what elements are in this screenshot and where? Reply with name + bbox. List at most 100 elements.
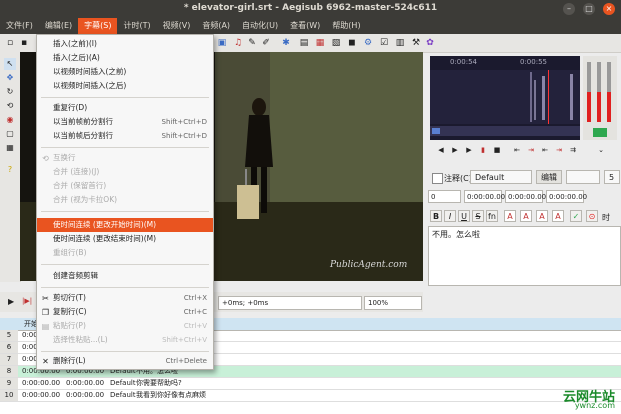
outline-color-button[interactable]: A bbox=[536, 210, 548, 222]
menu-item-join-concat[interactable]: 合并 (连接)(J) bbox=[37, 165, 213, 179]
rotate-z-icon[interactable]: ↻ bbox=[4, 86, 16, 98]
kanji-timer-icon[interactable]: ▥ bbox=[394, 37, 406, 49]
menu-item-insert-after[interactable]: 插入(之后)(A) bbox=[37, 51, 213, 65]
menu-audio[interactable]: 音频(A) bbox=[196, 18, 236, 34]
prev-line-icon[interactable]: ◀ bbox=[436, 144, 446, 156]
timing-mode-icon[interactable]: ⊙ bbox=[586, 210, 598, 222]
horizontal-zoom-slider[interactable] bbox=[587, 62, 591, 122]
menu-item-insert-before[interactable]: 插入(之前)(I) bbox=[37, 37, 213, 51]
stop-icon[interactable]: ■ bbox=[492, 144, 502, 156]
play-after-start-icon[interactable]: ⇥ bbox=[526, 144, 536, 156]
subtitle-text-editor[interactable]: 不用。怎么啦 bbox=[428, 226, 621, 286]
rotate-xy-icon[interactable]: ⟲ bbox=[4, 100, 16, 112]
vector-clip-icon[interactable]: ▦ bbox=[4, 142, 16, 154]
menu-automation[interactable]: 自动化(U) bbox=[236, 18, 284, 34]
close-icon[interactable]: × bbox=[603, 3, 615, 15]
actor-select[interactable] bbox=[566, 170, 600, 184]
audio-controls: ◀ ▶ ▶ ▮ ■ ⇤ ⇥ ⇤ ⇥ ⇉ ⌄ bbox=[430, 144, 620, 158]
menu-item-recombine[interactable]: 重组行(B) bbox=[37, 246, 213, 260]
next-line-icon[interactable]: ▶ bbox=[450, 144, 460, 156]
start-time-field[interactable]: 0:00:00.00 bbox=[464, 190, 505, 203]
menu-item-split-before[interactable]: 以当前帧前分割行 Shift+Ctrl+D bbox=[37, 115, 213, 129]
duration-field[interactable]: 0:00:00.00 bbox=[546, 190, 587, 203]
resample-icon[interactable]: ▧ bbox=[330, 37, 342, 49]
layer-field[interactable]: 5 bbox=[604, 170, 620, 184]
menu-item-paste[interactable]: ▤ 粘贴行(P) Ctrl+V bbox=[37, 319, 213, 333]
bold-button[interactable]: B bbox=[430, 210, 442, 222]
spell-check-icon[interactable]: ☑ bbox=[378, 37, 390, 49]
menu-item-continuous-end[interactable]: 使时间连续 (更改结束时间)(M) bbox=[37, 232, 213, 246]
menu-item-continuous-start[interactable]: 使时间连续 (更改开始时间)(M) bbox=[37, 218, 213, 232]
properties-icon[interactable]: ▤ bbox=[298, 37, 310, 49]
vertical-zoom-slider[interactable] bbox=[597, 62, 601, 122]
new-file-icon[interactable]: ▫ bbox=[4, 37, 16, 49]
help-icon[interactable]: ? bbox=[4, 164, 16, 176]
video-time-offset[interactable]: +0ms; +0ms bbox=[218, 296, 362, 310]
style-edit-button[interactable]: 编辑 bbox=[536, 170, 562, 184]
menu-item-duplicate[interactable]: 重复行(D) bbox=[37, 101, 213, 115]
menu-item-cut[interactable]: ✂ 剪切行(T) Ctrl+X bbox=[37, 291, 213, 305]
primary-color-button[interactable]: A bbox=[504, 210, 516, 222]
audio-scrollbar[interactable] bbox=[430, 126, 580, 136]
menu-timing[interactable]: 计时(T) bbox=[117, 18, 156, 34]
audio-scroll-thumb[interactable] bbox=[432, 128, 440, 134]
play-to-end-icon[interactable]: ⇉ bbox=[568, 144, 578, 156]
strikeout-button[interactable]: S bbox=[472, 210, 484, 222]
audio-options-icon[interactable]: ⌄ bbox=[596, 144, 606, 156]
menu-edit[interactable]: 编辑(E) bbox=[39, 18, 78, 34]
zoom-select[interactable]: 100% bbox=[364, 296, 422, 310]
play-after-end-icon[interactable]: ⇥ bbox=[554, 144, 564, 156]
menu-video[interactable]: 视频(V) bbox=[157, 18, 197, 34]
menu-view[interactable]: 查看(W) bbox=[284, 18, 326, 34]
standard-tool-icon[interactable]: ↖ bbox=[4, 58, 16, 70]
audio-commit-icon[interactable] bbox=[593, 128, 607, 137]
fonts-collector-icon[interactable]: ✿ bbox=[424, 37, 436, 49]
menu-item-join-karaoke[interactable]: 合并 (视为卡拉OK) bbox=[37, 193, 213, 207]
menu-item-insert-after-video-time[interactable]: 以视频时间插入(之后) bbox=[37, 79, 213, 93]
style-select[interactable]: Default bbox=[470, 170, 532, 184]
underline-button[interactable]: U bbox=[458, 210, 470, 222]
shadow-color-button[interactable]: A bbox=[552, 210, 564, 222]
menu-item-copy[interactable]: ❐ 复制行(C) Ctrl+C bbox=[37, 305, 213, 319]
volume-slider[interactable] bbox=[607, 62, 611, 122]
menu-help[interactable]: 帮助(H) bbox=[326, 18, 366, 34]
video-open-icon[interactable]: ▣ bbox=[216, 37, 228, 49]
play-before-start-icon[interactable]: ⇤ bbox=[512, 144, 522, 156]
commit-check-icon[interactable]: ✓ bbox=[570, 210, 582, 222]
menu-file[interactable]: 文件(F) bbox=[0, 18, 39, 34]
timing-icon[interactable]: ◼ bbox=[346, 37, 358, 49]
audio-open-icon[interactable]: ♫ bbox=[232, 37, 244, 49]
play-current-line-icon[interactable]: ▮ bbox=[478, 144, 488, 156]
shift-times-icon[interactable]: ⚙ bbox=[362, 37, 374, 49]
menu-item-join-keep-first[interactable]: 合并 (保留首行) bbox=[37, 179, 213, 193]
layer-spin[interactable]: 0 bbox=[428, 190, 461, 203]
menu-subtitle[interactable]: 字幕(S) bbox=[78, 18, 118, 34]
pencil-icon[interactable]: ✎ bbox=[246, 37, 258, 49]
eraser-icon[interactable]: ✐ bbox=[260, 37, 272, 49]
menu-item-split-after[interactable]: 以当前帧后分割行 Shift+Ctrl+D bbox=[37, 129, 213, 143]
menu-item-delete[interactable]: ✕ 删除行(L) Ctrl+Delete bbox=[37, 354, 213, 368]
italic-button[interactable]: I bbox=[444, 210, 456, 222]
font-button[interactable]: fn bbox=[486, 210, 498, 222]
end-time-field[interactable]: 0:00:00.00 bbox=[505, 190, 546, 203]
translation-icon[interactable]: ▦ bbox=[314, 37, 326, 49]
maximize-icon[interactable]: □ bbox=[583, 3, 595, 15]
minimize-icon[interactable]: – bbox=[563, 3, 575, 15]
scale-tool-icon[interactable]: ◉ bbox=[4, 114, 16, 126]
drag-tool-icon[interactable]: ✥ bbox=[4, 72, 16, 84]
comment-checkbox[interactable] bbox=[432, 173, 443, 184]
menu-item-create-audio-clip[interactable]: 创建音频剪辑 bbox=[37, 269, 213, 283]
menu-item-swap[interactable]: ⟲ 互换行 bbox=[37, 151, 213, 165]
audio-waveform[interactable]: 0:00:54 0:00:55 bbox=[430, 56, 580, 140]
menu-item-paste-over[interactable]: 选择性粘贴...(L) Shift+Ctrl+V bbox=[37, 333, 213, 347]
play-icon[interactable]: ▶ bbox=[8, 297, 14, 306]
play-line-icon[interactable]: |▶| bbox=[22, 297, 32, 305]
play-before-end-icon[interactable]: ⇤ bbox=[540, 144, 550, 156]
play-selection-icon[interactable]: ▶ bbox=[464, 144, 474, 156]
clip-tool-icon[interactable]: ▢ bbox=[4, 128, 16, 140]
open-file-icon[interactable]: ▪ bbox=[18, 37, 30, 49]
automation-icon[interactable]: ⚒ bbox=[410, 37, 422, 49]
menu-item-insert-before-video-time[interactable]: 以视频时间插入(之前) bbox=[37, 65, 213, 79]
styles-manager-icon[interactable]: ✱ bbox=[280, 37, 292, 49]
secondary-color-button[interactable]: A bbox=[520, 210, 532, 222]
